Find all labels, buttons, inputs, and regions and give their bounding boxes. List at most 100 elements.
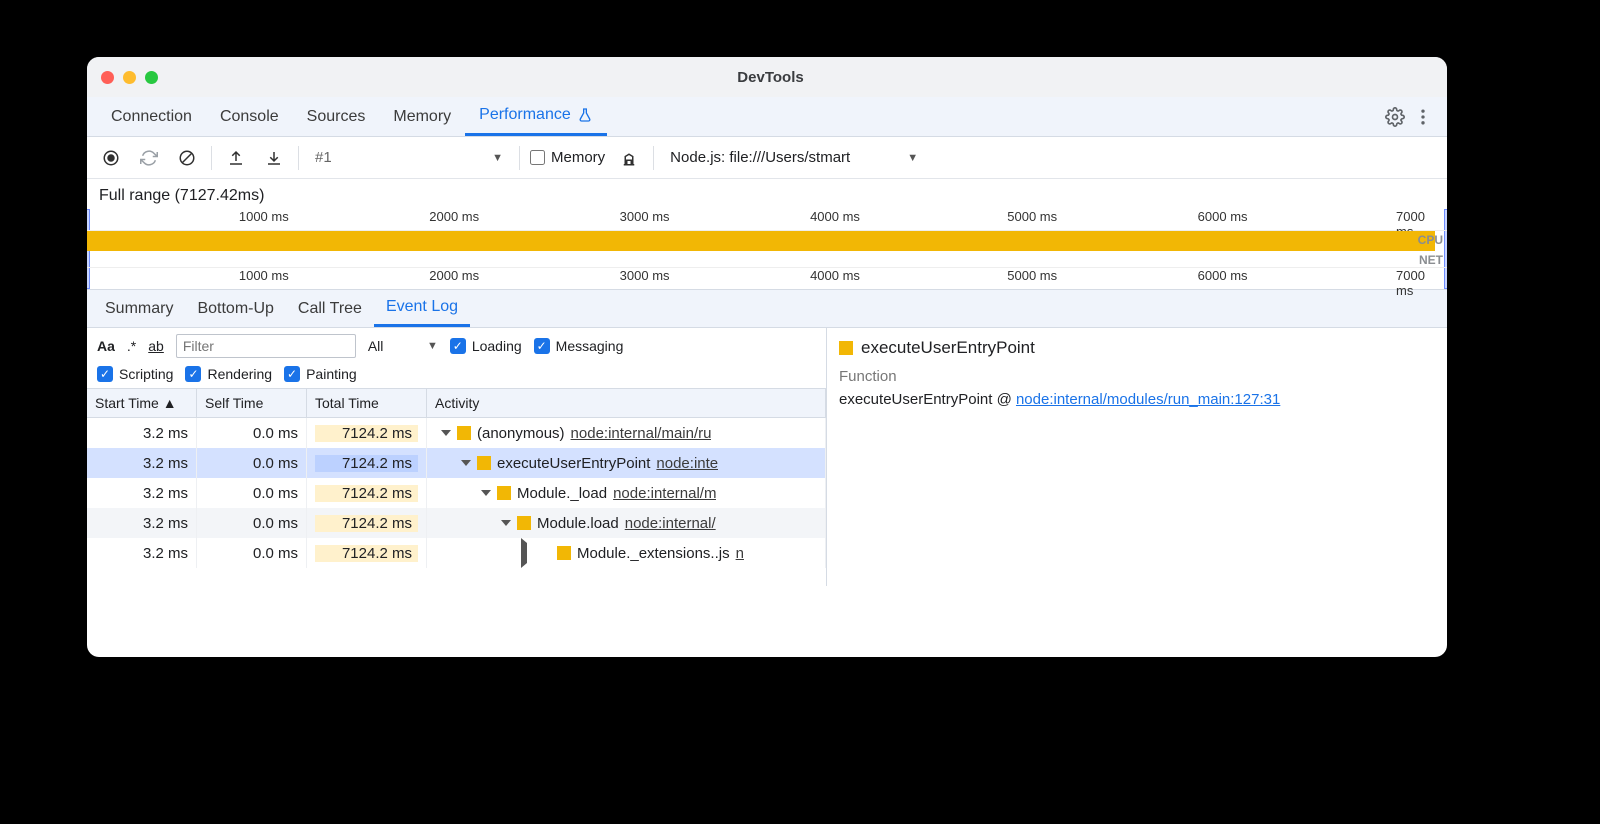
subtab-event-log[interactable]: Event Log: [374, 290, 470, 327]
color-swatch-icon: [839, 341, 853, 355]
timeline-range-label: Full range (7127.42ms): [87, 179, 1447, 209]
collect-garbage-icon[interactable]: [615, 144, 643, 172]
tab-memory[interactable]: Memory: [379, 97, 465, 136]
upload-icon[interactable]: [222, 144, 250, 172]
check-scripting[interactable]: ✓Scripting: [97, 366, 173, 382]
activity-source-link[interactable]: node:internal/: [625, 515, 716, 532]
detail-signature: executeUserEntryPoint @ node:internal/mo…: [839, 391, 1435, 408]
detail-kind: Function: [839, 368, 1435, 385]
event-log-table-header: Start Time▲ Self Time Total Time Activit…: [87, 389, 826, 418]
col-activity[interactable]: Activity: [427, 389, 826, 417]
col-start-time[interactable]: Start Time▲: [87, 389, 197, 417]
cpu-activity-bar: [87, 231, 1435, 251]
fullscreen-window-button[interactable]: [145, 71, 158, 84]
tab-performance[interactable]: Performance: [465, 97, 607, 136]
check-messaging[interactable]: ✓Messaging: [534, 338, 624, 354]
table-row[interactable]: 3.2 ms0.0 ms7124.2 msModule._extensions.…: [87, 538, 826, 568]
cell-total: 7124.2 ms: [307, 418, 427, 448]
col-self-time[interactable]: Self Time: [197, 389, 307, 417]
cell-self: 0.0 ms: [197, 478, 307, 508]
cell-start: 3.2 ms: [87, 538, 197, 568]
expand-toggle-icon[interactable]: [501, 520, 511, 526]
timeline-ruler-bottom: 1000 ms 2000 ms 3000 ms 4000 ms 5000 ms …: [87, 267, 1447, 289]
cell-self: 0.0 ms: [197, 418, 307, 448]
detail-title: executeUserEntryPoint: [861, 338, 1035, 358]
cell-activity: Module._extensions..js n: [427, 538, 826, 568]
subtab-summary[interactable]: Summary: [93, 290, 185, 327]
col-total-time[interactable]: Total Time: [307, 389, 427, 417]
activity-name: executeUserEntryPoint: [497, 455, 650, 472]
cell-activity: Module.load node:internal/: [427, 508, 826, 538]
regex-toggle[interactable]: .*: [127, 338, 136, 354]
minimize-window-button[interactable]: [123, 71, 136, 84]
tab-sources[interactable]: Sources: [293, 97, 380, 136]
tab-console[interactable]: Console: [206, 97, 293, 136]
memory-checkbox-input[interactable]: [530, 150, 545, 165]
check-rendering[interactable]: ✓Rendering: [185, 366, 272, 382]
subtab-call-tree[interactable]: Call Tree: [286, 290, 374, 327]
expand-toggle-icon[interactable]: [481, 490, 491, 496]
cell-self: 0.0 ms: [197, 538, 307, 568]
flask-icon: [577, 107, 593, 123]
check-painting[interactable]: ✓Painting: [284, 366, 357, 382]
close-window-button[interactable]: [101, 71, 114, 84]
color-swatch-icon: [477, 456, 491, 470]
chevron-down-icon: ▼: [492, 152, 503, 164]
sort-asc-icon: ▲: [163, 395, 177, 411]
detail-source-link[interactable]: node:internal/modules/run_main:127:31: [1016, 391, 1280, 408]
cell-total: 7124.2 ms: [307, 538, 427, 568]
event-log-table-body: 3.2 ms0.0 ms7124.2 ms(anonymous) node:in…: [87, 418, 826, 568]
subtab-bottom-up[interactable]: Bottom-Up: [185, 290, 285, 327]
reload-button[interactable]: [135, 144, 163, 172]
category-selector[interactable]: All ▼: [368, 338, 438, 354]
table-row[interactable]: 3.2 ms0.0 ms7124.2 msexecuteUserEntryPoi…: [87, 448, 826, 478]
activity-name: Module._load: [517, 485, 607, 502]
table-row[interactable]: 3.2 ms0.0 ms7124.2 ms(anonymous) node:in…: [87, 418, 826, 448]
chevron-down-icon: ▼: [427, 340, 438, 352]
cell-start: 3.2 ms: [87, 418, 197, 448]
cell-self: 0.0 ms: [197, 508, 307, 538]
activity-name: Module.load: [537, 515, 619, 532]
cell-total: 7124.2 ms: [307, 448, 427, 478]
timeline-overview[interactable]: 1000 ms 2000 ms 3000 ms 4000 ms 5000 ms …: [87, 209, 1447, 290]
perf-subtabs: Summary Bottom-Up Call Tree Event Log: [87, 290, 1447, 328]
expand-toggle-icon[interactable]: [461, 460, 471, 466]
activity-source-link[interactable]: node:internal/main/ru: [571, 425, 712, 442]
record-button[interactable]: [97, 144, 125, 172]
cell-activity: (anonymous) node:internal/main/ru: [427, 418, 826, 448]
tab-connection[interactable]: Connection: [97, 97, 206, 136]
activity-source-link[interactable]: n: [736, 545, 744, 562]
expand-toggle-icon[interactable]: [441, 430, 451, 436]
cell-self: 0.0 ms: [197, 448, 307, 478]
table-row[interactable]: 3.2 ms0.0 ms7124.2 msModule.load node:in…: [87, 508, 826, 538]
filter-input[interactable]: [176, 334, 356, 358]
activity-source-link[interactable]: node:internal/m: [613, 485, 716, 502]
color-swatch-icon: [517, 516, 531, 530]
color-swatch-icon: [557, 546, 571, 560]
clear-button[interactable]: [173, 144, 201, 172]
settings-gear-icon[interactable]: [1381, 103, 1409, 131]
color-swatch-icon: [457, 426, 471, 440]
timeline-ruler-top: 1000 ms 2000 ms 3000 ms 4000 ms 5000 ms …: [87, 209, 1447, 231]
net-lane: NET: [87, 251, 1447, 267]
context-selector[interactable]: Node.js: file:///Users/stmart ▼: [664, 149, 924, 166]
activity-name: Module._extensions..js: [577, 545, 730, 562]
expand-toggle-icon[interactable]: [521, 538, 551, 568]
main-tabbar: Connection Console Sources Memory Perfor…: [87, 97, 1447, 137]
titlebar: DevTools: [87, 57, 1447, 97]
table-row[interactable]: 3.2 ms0.0 ms7124.2 msModule._load node:i…: [87, 478, 826, 508]
activity-source-link[interactable]: node:inte: [656, 455, 718, 472]
memory-checkbox[interactable]: Memory: [530, 149, 605, 166]
window-controls: [101, 71, 158, 84]
check-loading[interactable]: ✓Loading: [450, 338, 522, 354]
kebab-menu-icon[interactable]: [1409, 103, 1437, 131]
cell-activity: Module._load node:internal/m: [427, 478, 826, 508]
match-case-toggle[interactable]: Aa: [97, 338, 115, 354]
color-swatch-icon: [497, 486, 511, 500]
cell-total: 7124.2 ms: [307, 478, 427, 508]
recording-selector[interactable]: #1 ▼: [309, 149, 509, 166]
whole-word-toggle[interactable]: ab: [148, 338, 164, 354]
cell-start: 3.2 ms: [87, 508, 197, 538]
download-icon[interactable]: [260, 144, 288, 172]
cell-total: 7124.2 ms: [307, 508, 427, 538]
